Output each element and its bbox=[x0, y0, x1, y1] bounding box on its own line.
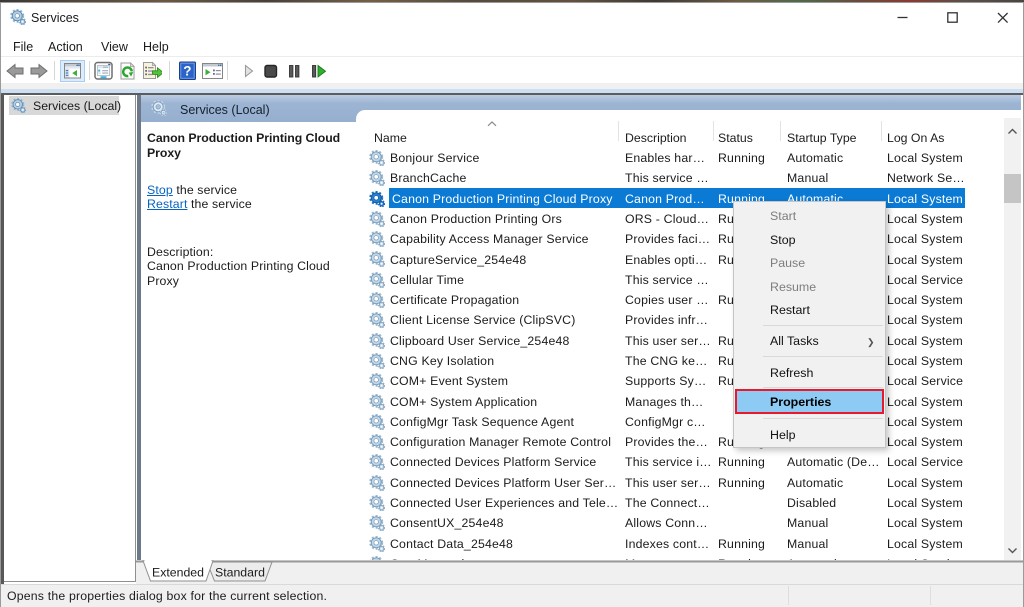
svg-text:Standard: Standard bbox=[215, 566, 265, 580]
svg-text:Extended: Extended bbox=[152, 566, 204, 580]
svg-text:?: ? bbox=[183, 64, 191, 79]
